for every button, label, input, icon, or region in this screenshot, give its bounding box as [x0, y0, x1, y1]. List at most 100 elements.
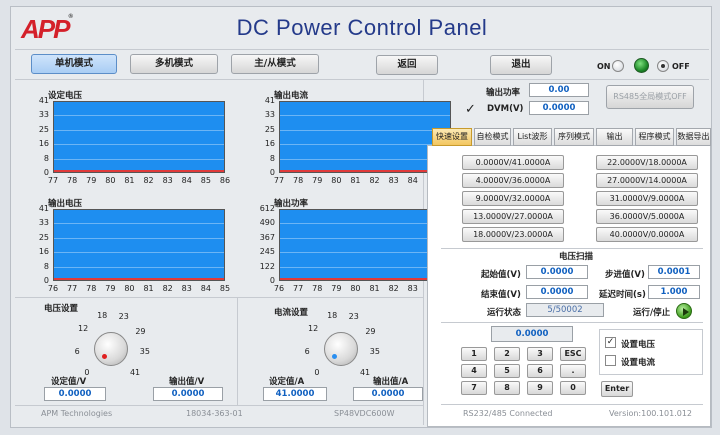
power-on-radio[interactable] — [612, 60, 624, 72]
power-on-label: ON — [597, 62, 611, 71]
output-power-label: 输出功率 — [486, 88, 521, 98]
preset-button[interactable]: 27.0000V/14.0000A — [596, 173, 698, 188]
x-tick-label: 80 — [350, 284, 361, 293]
y-tick-label: 245 — [259, 247, 275, 257]
sweep-end-value[interactable]: 0.0000 — [526, 285, 588, 299]
current-output-value: 0.0000 — [353, 387, 423, 401]
keypad-key[interactable]: 8 — [494, 381, 520, 395]
dial-knob[interactable] — [94, 332, 128, 366]
keypad-key[interactable]: ESC — [560, 347, 586, 361]
preset-button[interactable]: 18.0000V/23.0000A — [462, 227, 564, 242]
dial-indicator-dot — [102, 354, 107, 359]
divider — [15, 297, 423, 298]
gridline — [280, 252, 450, 254]
keypad-key[interactable]: 6 — [527, 364, 553, 378]
radio-dot-icon — [661, 64, 665, 68]
power-off-radio[interactable] — [657, 60, 669, 72]
gridline — [54, 223, 224, 225]
back-button[interactable]: 返回 — [376, 55, 438, 75]
sweep-delay-value[interactable]: 1.000 — [648, 285, 700, 299]
rs485-global-mode-button[interactable]: RS485全局模式OFF — [606, 85, 694, 109]
exit-button[interactable]: 退出 — [490, 55, 552, 75]
gridline — [54, 115, 224, 117]
dial-scale-label: 29 — [365, 327, 376, 336]
tab-7[interactable]: 数据导出 — [676, 128, 711, 146]
divider — [15, 49, 709, 50]
voltage-dial[interactable]: 0 6 12 18 23 29 35 41 — [61, 311, 161, 377]
preset-button[interactable]: 36.0000V/5.0000A — [596, 209, 698, 224]
serial-number: 18034-363-01 — [186, 409, 243, 418]
voltage-set-value[interactable]: 0.0000 — [44, 387, 106, 401]
dvm-checkbox-icon[interactable]: ✓ — [465, 102, 476, 117]
x-tick-label: 81 — [369, 284, 380, 293]
dial-scale-label: 18 — [97, 311, 108, 321]
x-tick-label: 77 — [67, 284, 78, 293]
tab-4[interactable]: 序列模式 — [554, 128, 594, 146]
keypad-key[interactable]: 2 — [494, 347, 520, 361]
tab-5[interactable]: 输出 — [596, 128, 633, 146]
single-mode-button[interactable]: 单机模式 — [31, 54, 117, 74]
voltage-output-value: 0.0000 — [153, 387, 223, 401]
gridline — [280, 266, 450, 268]
x-tick-label: 80 — [105, 176, 116, 185]
preset-button[interactable]: 31.0000V/9.0000A — [596, 191, 698, 206]
keypad-display: 0.0000 — [491, 326, 573, 342]
keypad-key[interactable]: 9 — [527, 381, 553, 395]
current-set-value[interactable]: 41.0000 — [263, 387, 327, 401]
y-tick-label: 8 — [43, 153, 49, 163]
tab-2[interactable]: 自检模式 — [474, 128, 511, 146]
multi-mode-button[interactable]: 多机模式 — [130, 54, 218, 74]
preset-button[interactable]: 0.0000V/41.0000A — [462, 155, 564, 170]
x-tick-label: 81 — [124, 176, 135, 185]
preset-button[interactable]: 4.0000V/36.0000A — [462, 173, 564, 188]
master-slave-button[interactable]: 主/从模式 — [231, 54, 319, 74]
dvm-label: DVM(V) — [487, 104, 524, 114]
gridline — [54, 237, 224, 239]
preset-button[interactable]: 22.0000V/18.0000A — [596, 155, 698, 170]
keypad-key[interactable]: 5 — [494, 364, 520, 378]
preset-button[interactable]: 13.0000V/27.0000A — [462, 209, 564, 224]
data-series-line — [54, 278, 224, 280]
x-tick-label: 77 — [273, 176, 285, 185]
enter-key[interactable]: Enter — [601, 381, 633, 397]
x-tick-label: 84 — [181, 176, 192, 185]
data-series-line — [280, 278, 450, 280]
chart-title: 设定电压 — [48, 91, 83, 101]
y-tick-label: 33 — [264, 110, 275, 120]
preset-button[interactable]: 40.0000V/0.0000A — [596, 227, 698, 242]
keypad-key[interactable]: 3 — [527, 347, 553, 361]
model-name: SP48VDC600W — [334, 409, 395, 418]
keypad-key[interactable]: 0 — [560, 381, 586, 395]
divider — [237, 298, 238, 405]
tab-1[interactable]: 快速设置 — [432, 128, 472, 146]
keypad-key[interactable]: . — [560, 364, 586, 378]
x-tick-label: 83 — [388, 176, 399, 185]
run-stop-button[interactable] — [676, 303, 692, 319]
dial-indicator-dot — [332, 354, 337, 359]
dial-knob[interactable] — [324, 332, 358, 366]
gridline — [280, 115, 450, 117]
keypad-key[interactable]: 7 — [461, 381, 487, 395]
set-voltage-checkbox[interactable]: ✓ — [605, 337, 616, 348]
set-voltage-label: 设置电压 — [621, 340, 656, 350]
x-tick-label: 82 — [388, 284, 399, 293]
set-current-label: 设置电流 — [621, 358, 656, 368]
current-dial[interactable]: 0 6 12 18 23 29 35 41 — [291, 311, 391, 377]
x-tick-label: 81 — [350, 176, 361, 185]
y-tick-label: 8 — [43, 261, 49, 271]
preset-button[interactable]: 9.0000V/32.0000A — [462, 191, 564, 206]
x-tick-label: 83 — [407, 284, 418, 293]
set-current-checkbox[interactable] — [605, 355, 616, 366]
x-tick-label: 82 — [369, 176, 380, 185]
x-tick-label: 83 — [162, 176, 173, 185]
tab-3[interactable]: List波形 — [513, 128, 552, 146]
data-series-line — [280, 170, 450, 172]
sweep-start-label: 起始值(V) — [481, 270, 521, 280]
sweep-start-value[interactable]: 0.0000 — [526, 265, 588, 279]
keypad-key[interactable]: 1 — [461, 347, 487, 361]
tab-6[interactable]: 程序模式 — [635, 128, 674, 146]
keypad-key[interactable]: 4 — [461, 364, 487, 378]
page-title: DC Power Control Panel — [236, 15, 488, 40]
current-output-label: 输出值/A — [373, 377, 409, 387]
sweep-step-value[interactable]: 0.0001 — [648, 265, 700, 279]
